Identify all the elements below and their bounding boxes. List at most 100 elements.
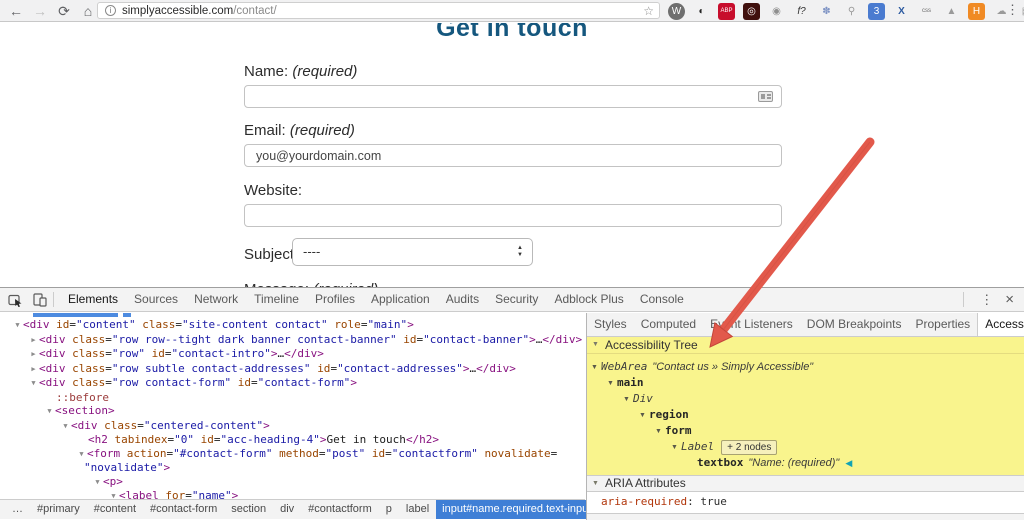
accessibility-tree-section-header[interactable]: ▼ Accessibility Tree <box>587 337 1024 354</box>
breadcrumb-item[interactable]: p <box>379 500 399 519</box>
dom-tree-row[interactable]: ::before <box>0 391 585 405</box>
expanded-arrow-icon[interactable]: ▼ <box>671 440 681 455</box>
devtools-tab-network[interactable]: Network <box>186 288 246 311</box>
sidebar-tab-dom-breakpoints[interactable]: DOM Breakpoints <box>800 313 909 336</box>
css-extension-icon[interactable]: css <box>918 3 935 20</box>
accessibility-tree-row[interactable]: ▼ main <box>587 375 1024 391</box>
section-expand-icon[interactable]: ▼ <box>592 337 599 353</box>
sidebar-tab-accessibility[interactable]: Accessibility <box>977 313 1024 336</box>
web-page-content: Get in touch Name: (required) Email: (re… <box>0 23 1024 287</box>
accessibility-tree-row[interactable]: textbox "Name: (required)" ◀ <box>587 455 1024 471</box>
expanded-arrow-icon[interactable]: ▼ <box>60 420 71 434</box>
expanded-arrow-icon[interactable]: ▼ <box>28 377 39 391</box>
inspect-element-icon[interactable] <box>8 293 23 307</box>
breadcrumb-item[interactable]: #primary <box>30 500 87 519</box>
expanded-arrow-icon[interactable]: ▼ <box>623 392 633 407</box>
breadcrumb-item[interactable]: input#name.required.text-input <box>436 500 598 519</box>
dom-tree-row[interactable]: ▼ <p> <box>0 475 585 490</box>
expanded-arrow-icon[interactable]: ▼ <box>92 476 103 490</box>
camera-extension-icon[interactable]: ◉ <box>768 3 785 20</box>
collapsed-arrow-icon[interactable]: ▶ <box>28 363 39 377</box>
breadcrumb-item[interactable]: #content <box>87 500 143 519</box>
dom-tree-row[interactable]: ▶ <div class="row subtle contact-addresse… <box>0 362 585 377</box>
devtools-tab-application[interactable]: Application <box>363 288 438 311</box>
gear-extension-icon[interactable]: ✽ <box>818 3 835 20</box>
accessibility-tree-row[interactable]: ▼ form <box>587 423 1024 439</box>
accessibility-tree-row[interactable]: ▼ Label + 2 nodes <box>587 439 1024 455</box>
expanded-arrow-icon[interactable]: ▼ <box>44 405 55 419</box>
address-bar[interactable]: i simplyaccessible.com/contact/ ☆ <box>97 2 660 19</box>
sidebar-tab-styles[interactable]: Styles <box>587 313 634 336</box>
forward-icon[interactable]: → <box>30 1 50 21</box>
dom-tree-row[interactable]: ▼ <form action="#contact-form" method="po… <box>0 447 585 462</box>
back-icon[interactable]: ← <box>6 1 26 21</box>
sidebar-tab-event-listeners[interactable]: Event Listeners <box>703 313 800 336</box>
aria-attributes-section-header[interactable]: ▼ ARIA Attributes <box>587 475 1024 492</box>
section-expand-icon[interactable]: ▼ <box>592 476 599 492</box>
collapsed-arrow-icon[interactable]: ▶ <box>28 348 39 362</box>
contrast-extension-icon[interactable]: ◐ <box>693 3 710 20</box>
breadcrumb-item[interactable]: #contactform <box>301 500 379 519</box>
person-extension-icon[interactable]: X <box>893 3 910 20</box>
extensions-row: W◐ABP◎◉f?✽⚲3Xcss▲H☁▦▼ <box>668 2 1024 20</box>
dom-tree-row[interactable]: ▼ <section> <box>0 404 585 419</box>
breadcrumb-item[interactable]: label <box>399 500 436 519</box>
dom-tree-row[interactable]: <h2 tabindex="0" id="acc-heading-4">Get … <box>0 433 585 447</box>
accessibility-tree-row[interactable]: ▼ region <box>587 407 1024 423</box>
accessibility-tree-row[interactable]: ▼ WebArea "Contact us » Simply Accessible" <box>587 359 1024 375</box>
devtools-menu-icon[interactable]: ⋮ <box>970 292 1003 308</box>
expanded-arrow-icon[interactable]: ▼ <box>76 448 87 462</box>
accessibility-tree-row[interactable]: ▼ Div <box>587 391 1024 407</box>
dom-tree-row[interactable]: ▼ <div id="content" class="site-content c… <box>0 318 585 333</box>
devtools-tab-audits[interactable]: Audits <box>438 288 487 311</box>
devtools-tab-profiles[interactable]: Profiles <box>307 288 363 311</box>
dom-tree-row[interactable]: ▼ <div class="row contact-form" id="conta… <box>0 376 585 391</box>
url-text: simplyaccessible.com/contact/ <box>122 4 277 17</box>
dom-tree-row[interactable]: ▶ <div class="row" id="contact-intro">…</… <box>0 347 585 362</box>
name-input[interactable] <box>244 85 782 108</box>
expanded-arrow-icon[interactable]: ▼ <box>655 424 665 439</box>
home-icon[interactable]: ⌂ <box>78 1 98 21</box>
dom-tree-row[interactable]: ▼ <div class="centered-content"> <box>0 419 585 434</box>
devtools-tab-elements[interactable]: Elements <box>60 288 126 311</box>
subject-select[interactable]: ---- ▲ ▼ <box>292 238 533 266</box>
nodes-count-badge[interactable]: + 2 nodes <box>721 440 778 455</box>
aria-attribute-row[interactable]: aria-required: true <box>587 492 1024 512</box>
devtools-close-icon[interactable]: × <box>1003 291 1024 308</box>
email-input[interactable] <box>244 144 782 167</box>
aperture-extension-icon[interactable]: ◎ <box>743 2 760 20</box>
breadcrumb-item[interactable]: div <box>273 500 301 519</box>
devtools-tab-timeline[interactable]: Timeline <box>246 288 307 311</box>
w-circle-extension-icon[interactable]: W <box>668 2 685 20</box>
devtools-tab-security[interactable]: Security <box>487 288 546 311</box>
bookmark-star-icon[interactable]: ☆ <box>643 5 654 17</box>
breadcrumb-item[interactable]: section <box>224 500 273 519</box>
devtools-tab-sources[interactable]: Sources <box>126 288 186 311</box>
breadcrumb-item[interactable]: #contact-form <box>143 500 224 519</box>
font-question-extension-icon[interactable]: f? <box>793 3 810 20</box>
reload-icon[interactable]: ⟳ <box>54 1 74 21</box>
website-input[interactable] <box>244 204 782 227</box>
page-info-icon[interactable]: i <box>105 5 116 16</box>
devtools-tab-adblock-plus[interactable]: Adblock Plus <box>546 288 631 311</box>
expanded-arrow-icon[interactable]: ▼ <box>12 319 23 333</box>
expanded-arrow-icon[interactable]: ▼ <box>607 376 617 391</box>
expanded-arrow-icon[interactable]: ▼ <box>591 360 601 375</box>
device-toolbar-icon[interactable] <box>33 292 47 307</box>
dom-tree-row[interactable]: "novalidate"> <box>0 461 585 475</box>
magnifier-extension-icon[interactable]: ⚲ <box>843 3 860 20</box>
breadcrumb-item[interactable]: … <box>5 500 30 519</box>
triangle-extension-icon[interactable]: ▲ <box>943 3 960 20</box>
sidebar-tab-properties[interactable]: Properties <box>908 313 977 336</box>
calendar-3-extension-icon[interactable]: 3 <box>868 2 885 20</box>
h-orange-extension-icon[interactable]: H <box>968 2 985 20</box>
email-field-label: Email: (required) <box>244 122 355 139</box>
browser-menu-icon[interactable]: ⋮ <box>1006 2 1019 18</box>
collapsed-arrow-icon[interactable]: ▶ <box>28 334 39 348</box>
autofill-card-icon[interactable] <box>758 91 773 102</box>
sidebar-tab-computed[interactable]: Computed <box>634 313 703 336</box>
devtools-tab-console[interactable]: Console <box>632 288 692 311</box>
dom-tree-row[interactable]: ▶ <div class="row row--tight dark banner … <box>0 333 585 348</box>
expanded-arrow-icon[interactable]: ▼ <box>639 408 649 423</box>
adblock-plus-extension-icon[interactable]: ABP <box>718 2 735 20</box>
